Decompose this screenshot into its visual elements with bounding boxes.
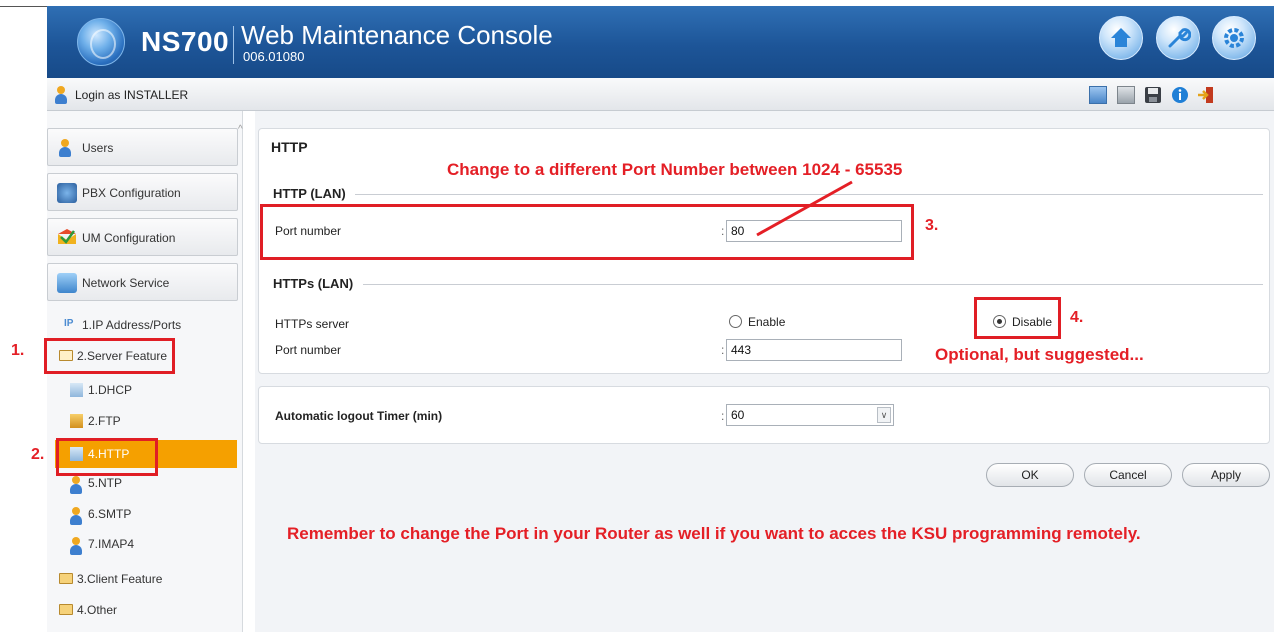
annotation-arrow [756,180,853,237]
annotation-arrow-layer [756,180,853,237]
